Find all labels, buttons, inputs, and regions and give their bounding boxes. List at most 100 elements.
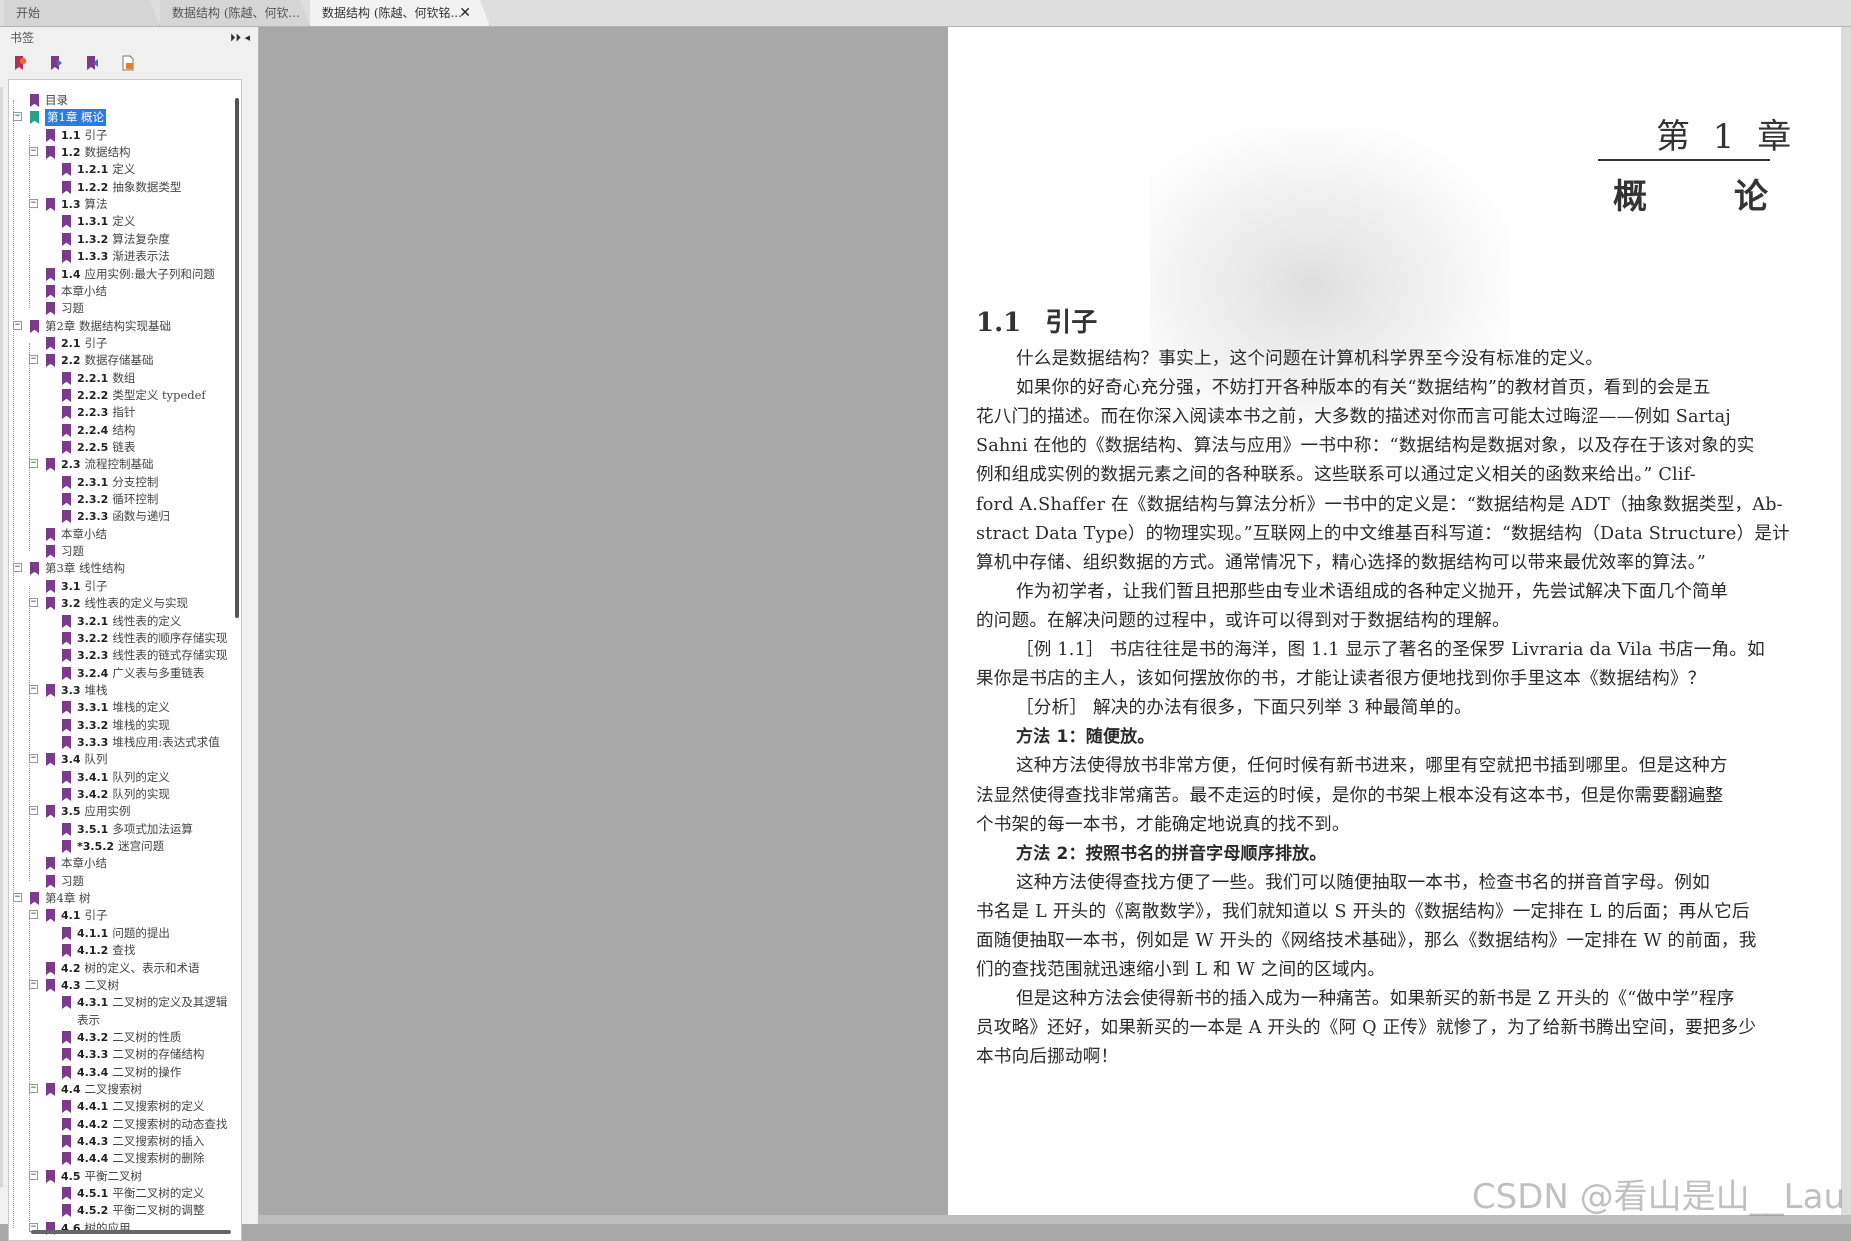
- bookmark-page-icon[interactable]: [120, 55, 136, 71]
- panel-collapse-icon[interactable]: ⏵⏵ ◂: [230, 27, 250, 49]
- tab-document-1[interactable]: 数据结构 (陈越、何钦...: [160, 0, 310, 26]
- bookmark-item[interactable]: 3.4.1 队列的定义: [9, 769, 241, 786]
- bookmark-item[interactable]: 本章小结: [9, 283, 241, 300]
- bookmark-item[interactable]: 2.3.1 分支控制: [9, 474, 241, 491]
- bookmark-next-icon[interactable]: [48, 55, 64, 71]
- bookmark-item[interactable]: 2.2.5 链表: [9, 439, 241, 456]
- bookmark-item[interactable]: 4.5.1 平衡二叉树的定义: [9, 1185, 241, 1202]
- bookmark-text: 二叉搜索树: [84, 1081, 143, 1096]
- expand-toggle-icon[interactable]: −: [13, 893, 22, 903]
- bookmark-item[interactable]: 1.2.2 抽象数据类型: [9, 179, 241, 196]
- bookmark-item[interactable]: 习题: [9, 543, 241, 560]
- bookmark-tree[interactable]: 目录 − 第1章 概论 1.1 引子 −1.2 数据结构 1.2.1 定义 1.2.2 抽象数据类型…: [8, 79, 242, 1241]
- bookmark-item[interactable]: 3.1 引子: [9, 578, 241, 595]
- expand-toggle-icon[interactable]: −: [29, 1170, 38, 1180]
- bookmark-item[interactable]: 2.3.3 函数与递归: [9, 508, 241, 525]
- bookmark-item[interactable]: − 2.2 数据存储基础: [9, 352, 241, 369]
- bookmark-item[interactable]: 3.3.3 堆栈应用:表达式求值: [9, 734, 241, 751]
- expand-toggle-icon[interactable]: −: [29, 910, 38, 920]
- bookmark-item[interactable]: *3.5.2 迷宫问题: [9, 838, 241, 855]
- bookmark-prev-icon[interactable]: [84, 55, 100, 71]
- bookmark-item[interactable]: 3.5.1 多项式加法运算: [9, 821, 241, 838]
- tab-start[interactable]: 开始: [4, 0, 160, 26]
- tree-horizontal-scrollbar[interactable]: [31, 1230, 231, 1234]
- bookmark-item[interactable]: 本章小结: [9, 526, 241, 543]
- bookmark-item[interactable]: 4.1.2 查找: [9, 942, 241, 959]
- bookmark-item[interactable]: −4.6 树的应用: [9, 1220, 241, 1237]
- expand-toggle-icon[interactable]: −: [13, 563, 22, 573]
- expand-toggle-icon[interactable]: −: [29, 1083, 38, 1093]
- bookmark-item[interactable]: − 第1章 概论: [9, 109, 241, 127]
- bookmark-number: 3.4.1: [77, 770, 109, 784]
- bookmark-item[interactable]: 4.3.1 二叉树的定义及其逻辑: [9, 994, 241, 1011]
- bookmark-item[interactable]: 习题: [9, 300, 241, 317]
- bookmark-item[interactable]: 2.2.2 类型定义 typedef: [9, 387, 241, 404]
- bookmark-item[interactable]: 本章小结: [9, 855, 241, 872]
- bookmark-item[interactable]: 3.2.1 线性表的定义: [9, 613, 241, 630]
- bookmark-item[interactable]: − 1.3 算法: [9, 196, 241, 213]
- bookmark-item[interactable]: − 3.5 应用实例: [9, 803, 241, 820]
- bookmark-item[interactable]: 3.2.2 线性表的顺序存储实现: [9, 630, 241, 647]
- bookmark-item[interactable]: 3.2.3 线性表的链式存储实现: [9, 647, 241, 664]
- bookmark-add-icon[interactable]: [12, 55, 28, 71]
- bookmark-item[interactable]: 4.3.4 二叉树的操作: [9, 1064, 241, 1081]
- bookmark-item[interactable]: 4.4.3 二叉搜索树的插入: [9, 1133, 241, 1150]
- bookmark-item[interactable]: − 4.3 二叉树: [9, 977, 241, 994]
- bookmark-item[interactable]: − 第2章 数据结构实现基础: [9, 318, 241, 335]
- bookmark-item[interactable]: − 第4章 树: [9, 890, 241, 907]
- bookmark-item[interactable]: 2.3.2 循环控制: [9, 491, 241, 508]
- bookmark-item[interactable]: 3.3.1 堆栈的定义: [9, 699, 241, 716]
- bookmark-item[interactable]: 目录: [9, 92, 241, 109]
- bookmark-item[interactable]: 4.4.4 二叉搜索树的删除: [9, 1150, 241, 1167]
- bookmark-item[interactable]: 2.2.3 指针: [9, 404, 241, 421]
- bookmark-item[interactable]: − 3.3 堆栈: [9, 682, 241, 699]
- tree-vertical-scrollbar[interactable]: [235, 98, 239, 618]
- bookmark-label: 4.3 二叉树: [61, 977, 119, 994]
- bookmark-item[interactable]: − 4.1 引子: [9, 907, 241, 924]
- expand-toggle-icon[interactable]: −: [29, 459, 38, 469]
- bookmark-item[interactable]: 1.3.3 渐进表示法: [9, 248, 241, 265]
- expand-toggle-icon[interactable]: −: [29, 754, 38, 764]
- bookmark-item[interactable]: 4.4.2 二叉搜索树的动态查找: [9, 1116, 241, 1133]
- bookmark-item[interactable]: 2.1 引子: [9, 335, 241, 352]
- bookmark-item[interactable]: 3.4.2 队列的实现: [9, 786, 241, 803]
- bookmark-item[interactable]: 1.1 引子: [9, 127, 241, 144]
- bookmark-item[interactable]: − 1.2 数据结构: [9, 144, 241, 161]
- expand-toggle-icon[interactable]: −: [13, 320, 22, 330]
- expand-toggle-icon[interactable]: −: [29, 979, 38, 989]
- bookmark-item[interactable]: 1.4 应用实例:最大子列和问题: [9, 266, 241, 283]
- bookmark-item[interactable]: 1.3.1 定义: [9, 213, 241, 230]
- expand-toggle-icon[interactable]: −: [29, 598, 38, 608]
- bookmark-number: 4.1.2: [77, 944, 109, 958]
- bookmark-item[interactable]: − 第3章 线性结构: [9, 560, 241, 577]
- bookmark-item[interactable]: 3.2.4 广义表与多重链表: [9, 665, 241, 682]
- bookmark-item[interactable]: − 4.4 二叉搜索树: [9, 1081, 241, 1098]
- bookmark-item[interactable]: 习题: [9, 873, 241, 890]
- bookmark-item[interactable]: 2.2.4 结构: [9, 422, 241, 439]
- expand-toggle-icon[interactable]: −: [29, 355, 38, 365]
- expand-toggle-icon[interactable]: −: [29, 147, 38, 157]
- expand-toggle-icon[interactable]: −: [13, 112, 22, 122]
- bookmark-item[interactable]: 4.3.2 二叉树的性质: [9, 1029, 241, 1046]
- bookmark-text: 本章小结: [61, 283, 107, 298]
- bookmark-item[interactable]: 表示: [9, 1012, 241, 1029]
- bookmark-label: 3.3.3 堆栈应用:表达式求值: [77, 734, 220, 751]
- bookmark-item[interactable]: − 3.4 队列: [9, 751, 241, 768]
- tab-document-2-active[interactable]: 数据结构 (陈越、何钦铭... ✕: [310, 0, 490, 26]
- bookmark-item[interactable]: 4.3.3 二叉树的存储结构: [9, 1046, 241, 1063]
- expand-toggle-icon[interactable]: −: [29, 806, 38, 816]
- bookmark-item[interactable]: 3.3.2 堆栈的实现: [9, 717, 241, 734]
- bookmark-item[interactable]: − 2.3 流程控制基础: [9, 456, 241, 473]
- bookmark-item[interactable]: 1.3.2 算法复杂度: [9, 231, 241, 248]
- bookmark-item[interactable]: 4.5.2 平衡二叉树的调整: [9, 1202, 241, 1219]
- bookmark-item[interactable]: 2.2.1 数组: [9, 370, 241, 387]
- bookmark-item[interactable]: − 4.5 平衡二叉树: [9, 1168, 241, 1185]
- bookmark-item[interactable]: 1.2.1 定义: [9, 161, 241, 178]
- expand-toggle-icon[interactable]: −: [29, 684, 38, 694]
- close-icon[interactable]: ✕: [459, 0, 471, 26]
- bookmark-item[interactable]: 4.1.1 问题的提出: [9, 925, 241, 942]
- bookmark-item[interactable]: − 3.2 线性表的定义与实现: [9, 595, 241, 612]
- bookmark-item[interactable]: 4.4.1 二叉搜索树的定义: [9, 1098, 241, 1115]
- expand-toggle-icon[interactable]: −: [29, 199, 38, 209]
- bookmark-item[interactable]: 4.2 树的定义、表示和术语: [9, 960, 241, 977]
